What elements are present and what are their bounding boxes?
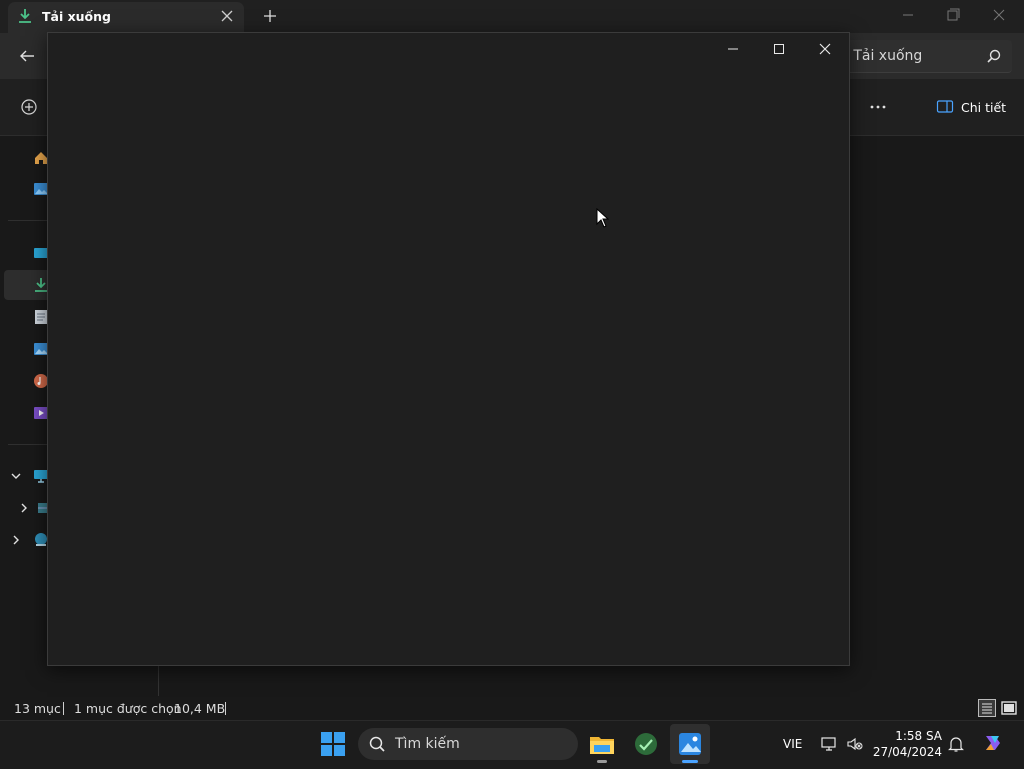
- close-window-button[interactable]: [988, 6, 1010, 24]
- search-icon: [368, 735, 386, 753]
- chevron-right-icon[interactable]: [18, 502, 30, 514]
- start-button[interactable]: [320, 731, 346, 757]
- volume-muted-icon[interactable]: [846, 735, 864, 753]
- copilot-icon[interactable]: [982, 732, 1004, 754]
- clock-time[interactable]: 1:58 SA: [880, 729, 942, 743]
- details-view-button[interactable]: [978, 699, 996, 717]
- chevron-down-icon[interactable]: [10, 470, 22, 482]
- taskbar-search-box[interactable]: [358, 728, 578, 760]
- blank-app-window[interactable]: [47, 32, 850, 666]
- windows-logo-icon: [321, 732, 345, 756]
- new-tab-button[interactable]: [262, 8, 278, 24]
- status-separator: [63, 702, 64, 715]
- selection-count: 1 mục được chọn: [74, 701, 182, 716]
- status-separator: [225, 702, 226, 715]
- details-pane-icon: [936, 100, 954, 113]
- network-status-icon[interactable]: [820, 735, 838, 753]
- notification-bell-icon[interactable]: [947, 735, 965, 753]
- item-count: 13 mục: [14, 701, 61, 716]
- more-options-button[interactable]: [868, 98, 888, 116]
- chevron-right-icon[interactable]: [10, 534, 22, 546]
- photos-icon[interactable]: [676, 730, 704, 758]
- search-icon[interactable]: [986, 48, 1002, 64]
- details-label: Chi tiết: [961, 100, 1007, 115]
- back-button[interactable]: [18, 47, 36, 65]
- new-button[interactable]: [20, 98, 38, 116]
- language-indicator[interactable]: VIE: [783, 737, 802, 751]
- minimize-button[interactable]: [724, 41, 742, 57]
- close-window-button[interactable]: [816, 41, 834, 57]
- file-explorer-icon[interactable]: [588, 730, 616, 758]
- selection-size: 10,4 MB: [174, 701, 226, 716]
- clock-date[interactable]: 27/04/2024: [872, 745, 942, 759]
- tab-label: Tải xuống: [42, 9, 111, 24]
- mouse-cursor-icon: [596, 207, 610, 228]
- maximize-button[interactable]: [770, 41, 788, 57]
- running-indicator: [597, 760, 607, 763]
- minimize-button[interactable]: [897, 6, 919, 24]
- close-tab-button[interactable]: [219, 8, 235, 24]
- search-text: g Tải xuống: [840, 48, 923, 64]
- taskbar-search-placeholder: Tìm kiếm: [395, 736, 460, 752]
- running-indicator: [682, 760, 698, 763]
- pane-divider: [158, 665, 159, 696]
- large-icons-view-button[interactable]: [1000, 699, 1018, 717]
- app-icon[interactable]: [632, 730, 660, 758]
- download-icon: [18, 8, 32, 24]
- restore-button[interactable]: [942, 6, 964, 24]
